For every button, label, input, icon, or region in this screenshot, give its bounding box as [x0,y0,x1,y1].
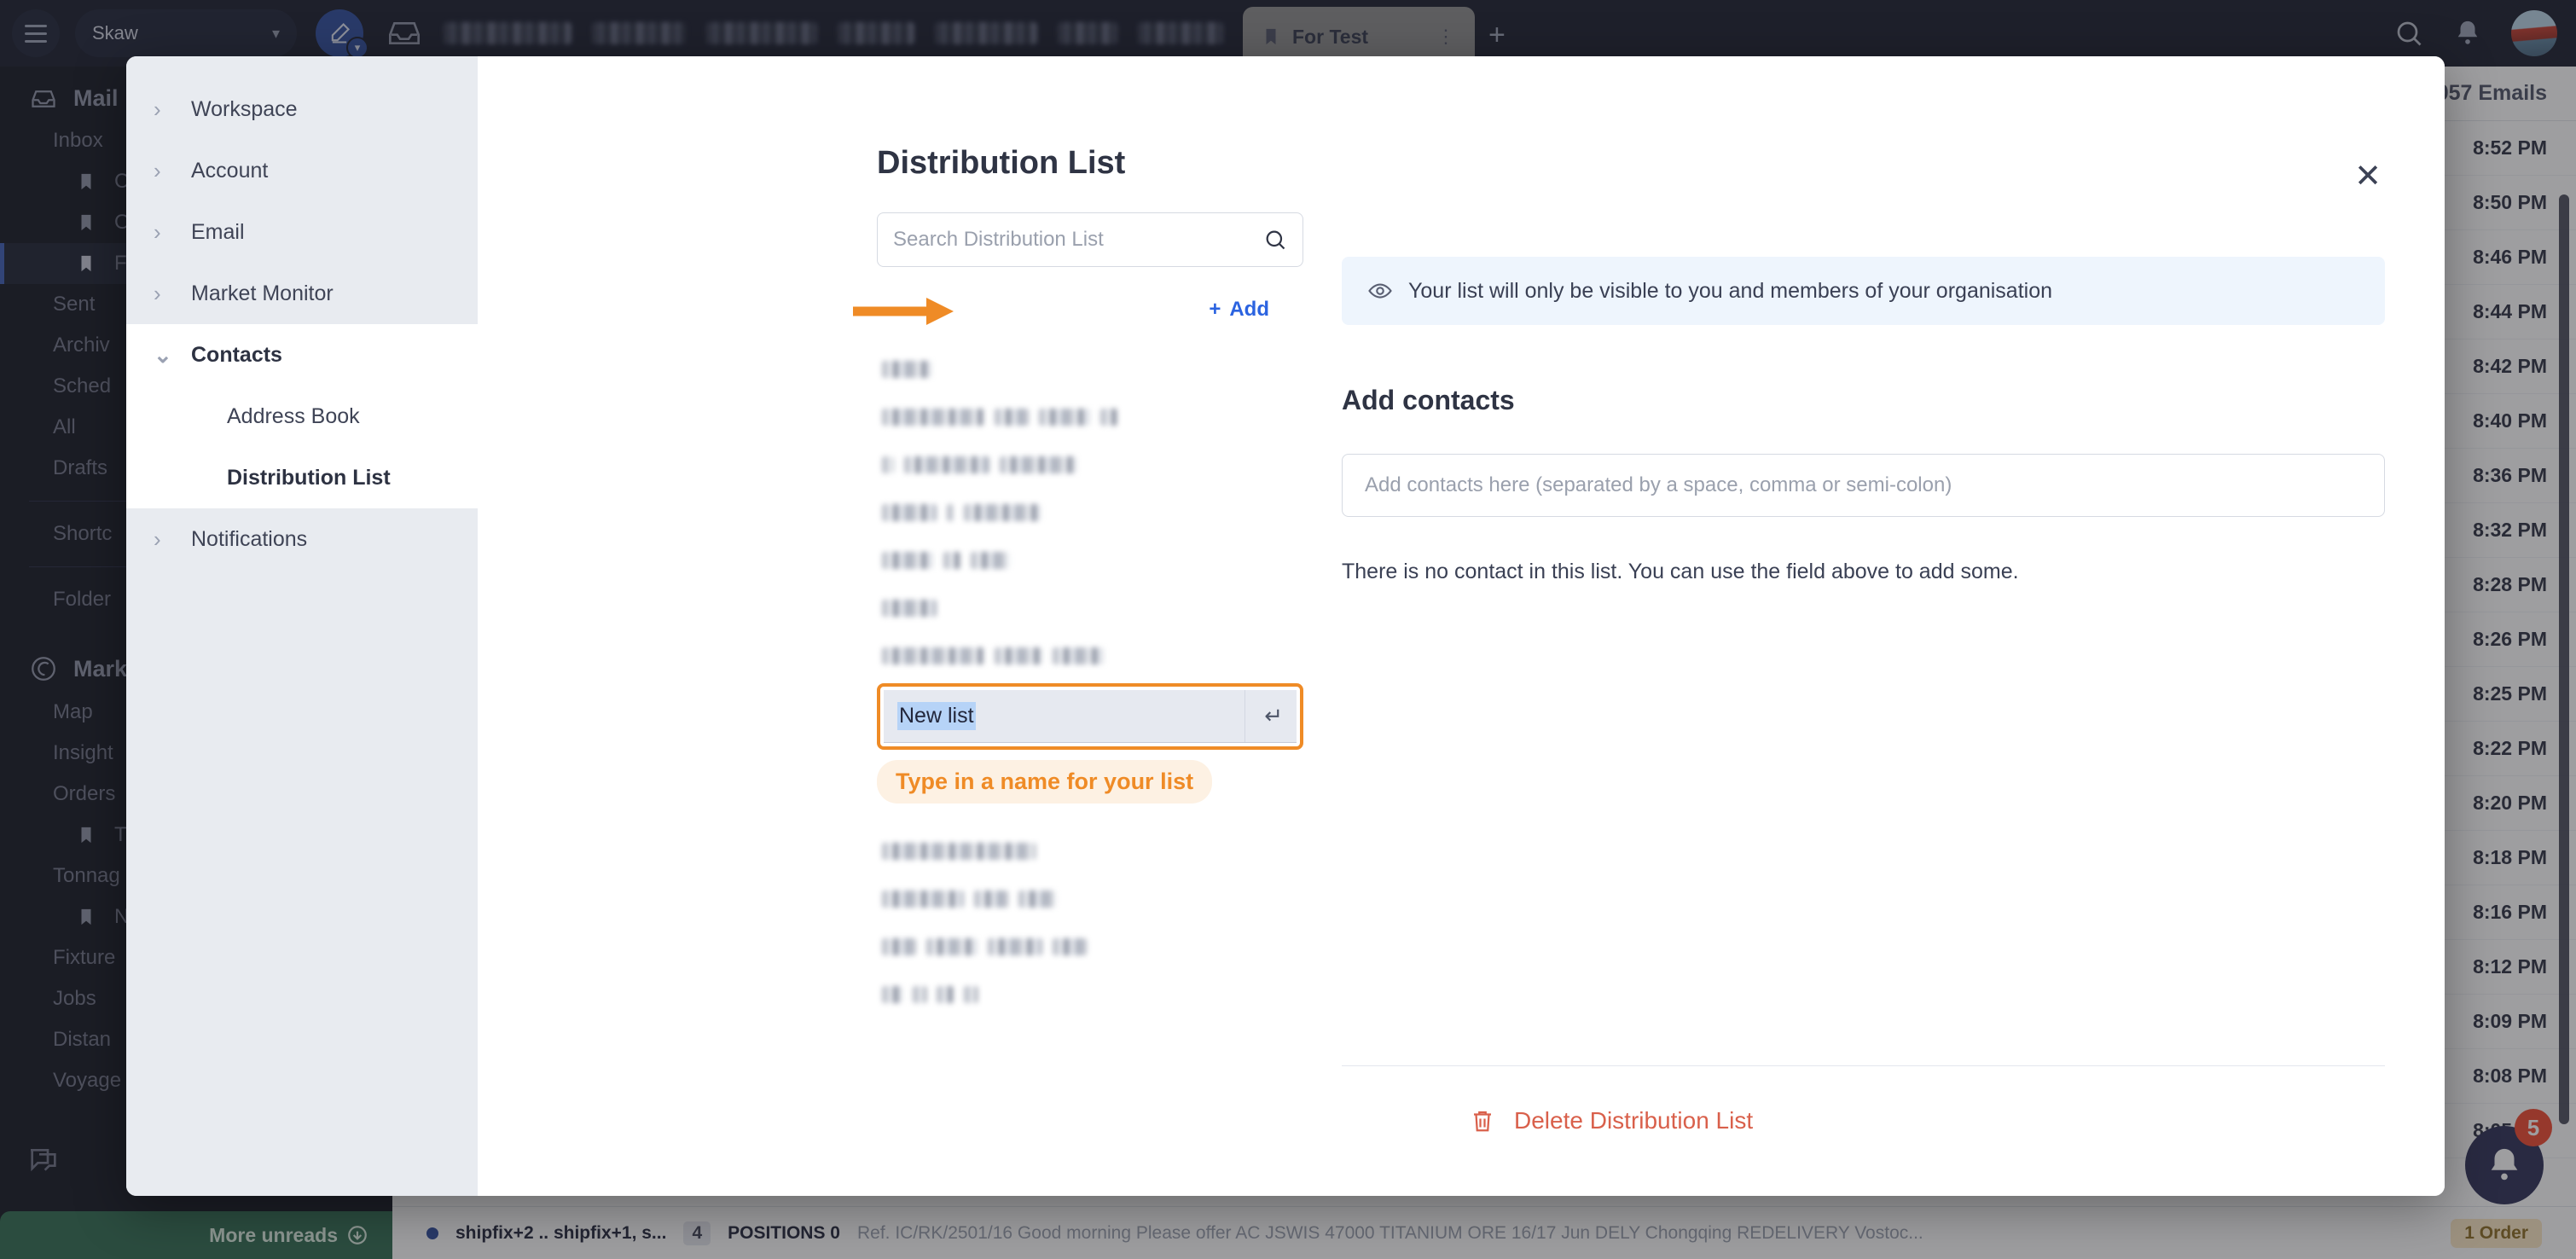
redacted-list-name [882,986,902,1003]
redacted-list-name [882,361,931,378]
redacted-list-name [995,409,1029,426]
add-contacts-placeholder: Add contacts here (separated by a space,… [1365,473,1952,496]
redacted-list-name [988,938,1042,955]
chevron-right-icon: › [154,157,161,183]
list-item[interactable] [877,345,1303,393]
list-item[interactable] [877,489,1303,537]
sidebar-item-email[interactable]: › Email [126,201,478,263]
chevron-right-icon: › [154,280,161,306]
redacted-list-name [947,504,954,521]
list-item[interactable] [877,827,1303,875]
chevron-right-icon: › [154,96,161,122]
add-list-label: Add [1229,298,1269,321]
redacted-list-name [882,938,916,955]
list-item[interactable] [877,441,1303,489]
redacted-list-name [882,456,894,473]
sidebar-item-label: Contacts [191,342,282,367]
annotation-tooltip: Type in a name for your list [877,760,1213,804]
redacted-list-name [882,891,964,908]
modal-main: Distribution List ✕ Search Distribution … [478,56,2445,1196]
add-contacts-input[interactable]: Add contacts here (separated by a space,… [1342,454,2385,517]
sidebar-item-label: Email [191,219,245,244]
redacted-list-name [1039,409,1090,426]
redacted-list-name [882,600,937,617]
sidebar-item-label: Address Book [227,403,360,428]
sidebar-item-label: Notifications [191,526,308,551]
redacted-list-name [943,552,960,569]
list-item[interactable] [877,875,1303,923]
sidebar-item-distribution-list[interactable]: Distribution List [126,447,478,508]
redacted-list-name [1018,891,1056,908]
list-item[interactable] [877,971,1303,1018]
redacted-list-name [913,986,926,1003]
redacted-list-name [882,647,984,664]
chevron-down-icon: ⌄ [154,341,172,368]
trash-icon [1474,1111,1491,1132]
close-icon[interactable]: ✕ [2354,160,2382,193]
list-item[interactable] [877,923,1303,971]
eye-icon [1368,283,1392,299]
visibility-banner-text: Your list will only be visible to you an… [1408,278,2053,303]
list-detail-column: Your list will only be visible to you an… [1342,257,2385,1174]
list-item[interactable] [877,632,1303,680]
sidebar-item-label: Account [191,158,269,183]
redacted-list-name [1053,938,1087,955]
sidebar-item-account[interactable]: › Account [126,140,478,201]
list-item[interactable] [877,537,1303,584]
distribution-list-modal: › Workspace › Account › Email › Market M… [126,56,2445,1196]
delete-distribution-list-label: Delete Distribution List [1514,1107,1754,1134]
search-input[interactable]: Search Distribution List [893,228,1263,252]
redacted-list-name [971,552,1010,569]
redacted-list-name [974,891,1008,908]
new-list-name-input[interactable]: New list [897,702,976,730]
add-contacts-title: Add contacts [1342,385,1515,415]
list-item[interactable] [877,393,1303,441]
redacted-list-name [882,843,1036,860]
distribution-list-column: Search Distribution List + Add New list … [877,212,1303,1174]
sidebar-item-address-book[interactable]: Address Book [126,386,478,447]
redacted-list-name [964,986,978,1003]
settings-sidebar: › Workspace › Account › Email › Market M… [126,56,478,1196]
redacted-list-name [926,938,978,955]
sidebar-item-workspace[interactable]: › Workspace [126,78,478,140]
visibility-banner: Your list will only be visible to you an… [1342,257,2385,325]
add-list-button[interactable]: + Add [1209,298,1269,322]
new-list-name-editor[interactable]: New list ↵ [877,683,1303,750]
redacted-list-name [937,986,954,1003]
sidebar-item-market-monitor[interactable]: › Market Monitor [126,263,478,324]
redacted-list-name [1100,409,1117,426]
annotation-arrow [853,298,954,325]
enter-key-icon[interactable]: ↵ [1244,690,1283,742]
chevron-right-icon: › [154,218,161,245]
redacted-list-name [882,552,933,569]
footer-divider [1342,1065,2385,1066]
redacted-list-name [882,504,937,521]
search-icon[interactable] [1263,228,1287,252]
page-title: Distribution List [877,145,1126,181]
empty-contacts-note: There is no contact in this list. You ca… [1342,560,2019,583]
chevron-right-icon: › [154,525,161,552]
sidebar-item-contacts[interactable]: ⌄ Contacts [126,324,478,386]
redacted-list-name [882,409,984,426]
plus-icon: + [1209,298,1221,321]
distribution-list-items-after [877,827,1303,1018]
search-distribution-list[interactable]: Search Distribution List [877,212,1303,267]
list-item[interactable] [877,584,1303,632]
redacted-list-name [1000,456,1076,473]
sidebar-item-label: Workspace [191,96,298,121]
redacted-list-name [964,504,1041,521]
redacted-list-name [904,456,989,473]
distribution-list-items [877,345,1303,680]
delete-distribution-list-button[interactable]: Delete Distribution List [1470,1107,1753,1134]
sidebar-item-label: Market Monitor [191,281,334,305]
sidebar-item-label: Distribution List [227,465,391,490]
sidebar-item-notifications[interactable]: › Notifications [126,508,478,570]
redacted-list-name [1053,647,1104,664]
redacted-list-name [995,647,1042,664]
